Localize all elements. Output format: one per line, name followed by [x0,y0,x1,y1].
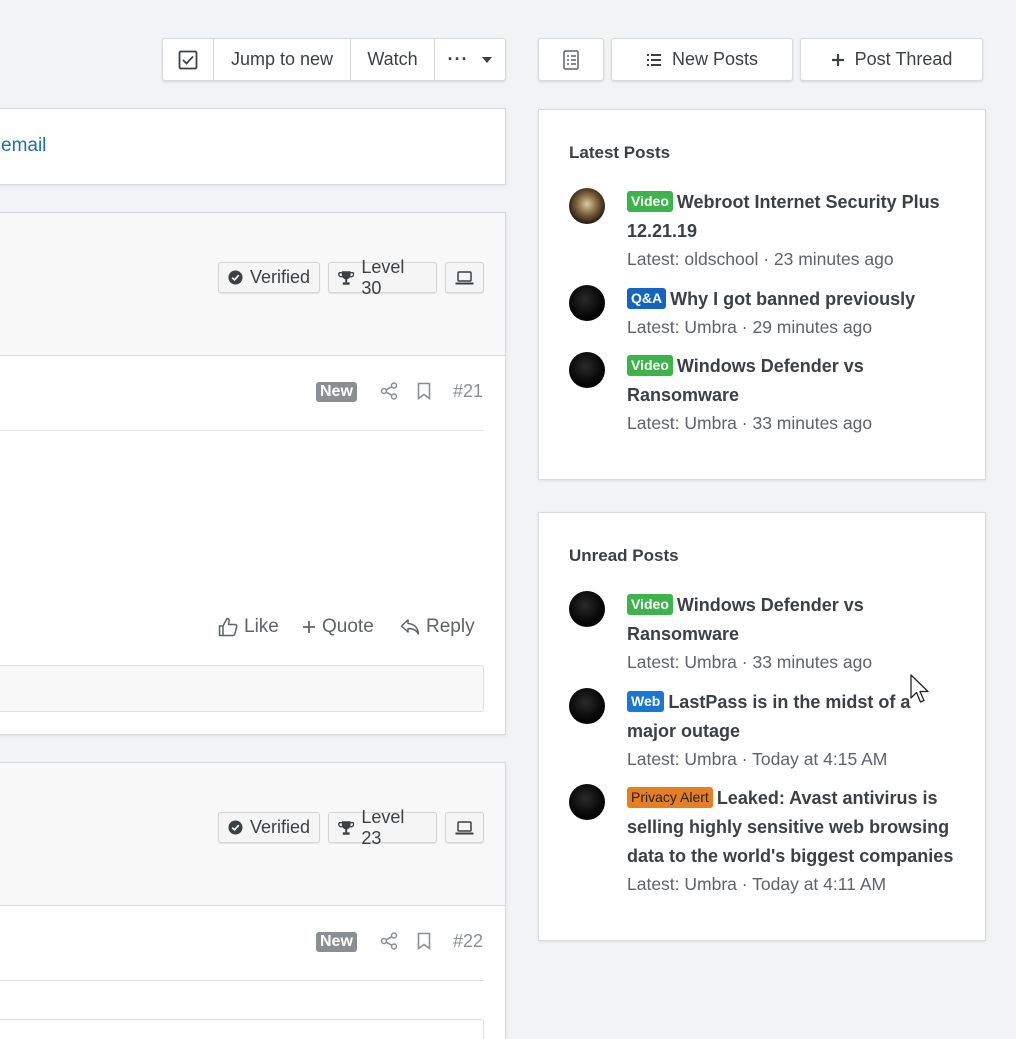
bookmark-button[interactable] [417,382,431,400]
quick-reply-box[interactable] [0,665,484,712]
like-button[interactable]: Like [218,616,279,638]
list-item[interactable]: Video Windows Defender vs Ransomware Late… [569,352,964,436]
prefix-tag: Privacy Alert [627,787,713,808]
mouse-cursor-icon [910,674,929,703]
list-item[interactable]: Video Webroot Internet Security Plus 12.2… [569,188,964,272]
check-circle-icon [228,270,243,285]
list-view-button[interactable] [538,38,604,81]
prefix-tag: Video [627,191,673,212]
device-button[interactable] [445,262,484,293]
checkbox-icon [178,50,198,69]
thread-meta: Latest: oldschool · 23 minutes ago [627,249,894,269]
widget-title: Latest Posts [569,143,671,162]
thread-meta: Latest: Umbra · 33 minutes ago [627,652,873,672]
list-view-icon [563,49,579,70]
level-label: Level 23 [361,806,405,848]
post-divider [0,430,484,431]
level-badge: Level 23 [328,807,437,848]
ellipsis-icon: ··· [447,49,469,69]
widget-title: Unread Posts [569,546,679,565]
list-icon [646,53,661,66]
avatar[interactable] [569,285,605,321]
check-circle-icon [228,820,243,835]
level-label: Level 30 [361,256,405,298]
post-22: Verified Level 23 New #22 [0,762,506,1039]
more-options-button[interactable]: ··· [435,39,505,80]
plus-icon [303,621,315,633]
thread-meta: Latest: Umbra · 29 minutes ago [627,317,873,337]
list-item[interactable]: Q&A Why I got banned previously Latest: U… [569,285,964,341]
avatar[interactable] [569,784,605,820]
prefix-tag: Video [627,355,673,376]
like-label: Like [244,616,279,637]
thread-meta: Latest: Umbra · Today at 4:11 AM [627,874,887,894]
list-item[interactable]: Video Windows Defender vs Ransomware Late… [569,591,964,675]
thread-title-link[interactable]: Why I got banned previously [670,289,915,309]
post-content-box [0,1019,484,1039]
prefix-tag: Video [627,594,673,615]
select-toggle-button[interactable] [163,39,214,80]
new-badge: New [316,932,357,952]
trophy-icon [338,270,355,285]
latest-posts-widget: Latest Posts Video Webroot Internet Secur… [538,109,986,480]
level-badge: Level 30 [328,257,437,298]
notice-panel: email [0,108,506,185]
laptop-icon [455,270,474,284]
bookmark-button[interactable] [417,932,431,950]
quote-button[interactable]: Quote [302,616,374,638]
post-number-link[interactable]: #21 [453,381,483,402]
reply-button[interactable]: Reply [400,616,475,638]
plus-icon [831,53,844,66]
share-icon [380,932,398,950]
verified-label: Verified [249,267,310,287]
post-number-link[interactable]: #22 [453,931,483,952]
bookmark-icon [417,932,431,950]
thread-title-link[interactable]: Webroot Internet Security Plus 12.21.19 [627,192,940,241]
thread-toolbar: Jump to new Watch ··· [162,38,506,81]
avatar[interactable] [569,188,605,224]
trophy-icon [338,820,355,835]
prefix-tag: Q&A [627,288,667,309]
verified-badge: Verified [218,262,320,293]
avatar[interactable] [569,591,605,627]
quote-label: Quote [322,616,374,637]
email-link[interactable]: email [1,135,46,157]
share-button[interactable] [380,382,398,400]
share-button[interactable] [380,932,398,950]
new-posts-button[interactable]: New Posts [611,38,793,81]
verified-badge: Verified [218,812,320,843]
new-badge: New [316,382,357,402]
list-item[interactable]: Web LastPass is in the midst of a major o… [569,688,964,772]
reply-label: Reply [426,616,475,637]
share-icon [380,382,398,400]
watch-button[interactable]: Watch [351,39,435,80]
post-thread-button[interactable]: Post Thread [800,38,983,81]
post-divider [0,980,484,981]
thread-meta: Latest: Umbra · Today at 4:15 AM [627,749,888,769]
prefix-tag: Web [627,691,665,712]
reply-icon [400,619,420,635]
new-posts-label: New Posts [671,49,759,69]
avatar[interactable] [569,688,605,724]
bookmark-icon [417,382,431,400]
unread-posts-widget: Unread Posts Video Windows Defender vs Ra… [538,512,986,941]
thread-title-link[interactable]: LastPass is in the midst of a major outa… [627,692,910,741]
post-thread-label: Post Thread [854,49,953,69]
list-item[interactable]: Privacy Alert Leaked: Avast antivirus is … [569,784,964,899]
avatar[interactable] [569,352,605,388]
jump-to-new-button[interactable]: Jump to new [214,39,351,80]
thumbs-up-icon [218,617,238,637]
thread-meta: Latest: Umbra · 33 minutes ago [627,413,873,433]
post-21: Verified Level 30 New #21 Like Quote Rep… [0,212,506,735]
device-button[interactable] [445,812,484,843]
verified-label: Verified [249,817,310,837]
chevron-down-icon [482,56,493,63]
laptop-icon [455,820,474,834]
